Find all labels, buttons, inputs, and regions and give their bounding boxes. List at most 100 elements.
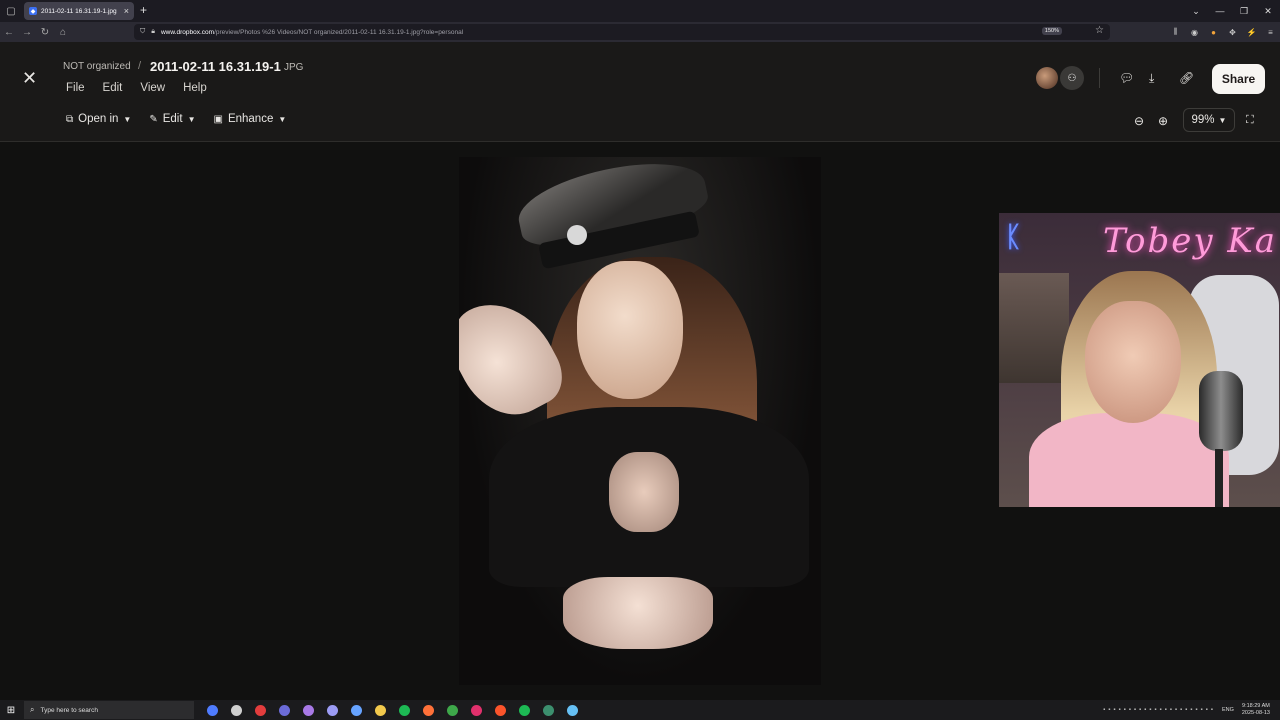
fullscreen-icon[interactable]: ⛶ (1246, 114, 1254, 127)
download-icon[interactable]: ⤓ (1149, 71, 1154, 86)
taskbar-app-icon[interactable] (224, 700, 248, 720)
preview-header: ✕ NOT organized / 2011-02-11 16.31.19-1 … (0, 42, 1280, 142)
shield-icon[interactable]: ⛉ (140, 28, 145, 36)
enhance-button[interactable]: ▣ Enhance ▼ (213, 113, 286, 125)
system-tray: ▪▪▪▪▪▪▪▪▪▪▪▪▪▪▪▪▪▪▪▪▪▪ ENG 9:18:29 AM 20… (1103, 700, 1280, 720)
taskbar-app-icon[interactable] (464, 700, 488, 720)
zoom-in-icon[interactable]: ⊕ (1158, 114, 1168, 128)
taskbar-app-icon[interactable] (368, 700, 392, 720)
url-domain: www.dropbox.com (160, 28, 215, 36)
photo-preview[interactable] (459, 157, 821, 685)
neon-sign: Tobey Ka (1103, 221, 1278, 261)
photo-face (577, 261, 683, 399)
url-path: /preview/Photos %26 Videos/NOT organized… (214, 28, 464, 36)
tray-icons[interactable]: ▪▪▪▪▪▪▪▪▪▪▪▪▪▪▪▪▪▪▪▪▪▪ (1103, 707, 1216, 713)
comment-icon[interactable]: 💬︎ (1119, 71, 1134, 85)
account-icon[interactable]: ◉ (1185, 28, 1204, 37)
webcam-shelf (999, 273, 1069, 383)
windows-taskbar: ⊞ ⌕ Type here to search ▪▪▪▪▪▪▪▪▪▪▪▪▪▪▪▪… (0, 700, 1280, 720)
clock-time: 9:18:29 AM (1242, 703, 1270, 709)
taskbar-app-icon[interactable] (536, 700, 560, 720)
share-button[interactable]: Share (1212, 64, 1265, 94)
menu-bar: File Edit View Help (66, 82, 225, 94)
open-in-label: Open in (78, 113, 119, 125)
address-bar[interactable]: ⛉ 🔒︎ www.dropbox.com /preview/Photos %26… (134, 24, 1110, 40)
window-close-icon[interactable]: ✕ (1256, 6, 1280, 17)
people-icon[interactable]: ⚇ (1060, 66, 1084, 90)
windows-start-icon[interactable]: ⊞ (0, 705, 22, 716)
language-indicator[interactable]: ENG (1222, 707, 1234, 713)
taskbar-app-icon[interactable] (440, 700, 464, 720)
forward-icon[interactable]: → (18, 27, 36, 38)
tab-close-icon[interactable]: × (124, 6, 129, 16)
enhance-label: Enhance (227, 113, 274, 125)
library-icon[interactable]: ⫼ (1166, 27, 1185, 37)
zoom-level-value: 99% (1191, 114, 1215, 126)
breadcrumb-folder[interactable]: NOT organized (63, 61, 131, 72)
taskbar-app-icon[interactable] (200, 700, 224, 720)
open-external-icon: ⧉ (66, 113, 74, 125)
tab-list-icon[interactable]: ▢ (0, 0, 22, 22)
file-type: JPG (284, 62, 304, 73)
taskbar-app-icon[interactable] (344, 700, 368, 720)
taskbar-app-icon[interactable] (416, 700, 440, 720)
tab-title: 2011-02-11 16.31.19-1.jpg (41, 7, 117, 15)
chevron-down-icon: ▼ (187, 114, 196, 124)
zoom-out-icon[interactable]: ⊖ (1134, 114, 1144, 128)
photo-midriff (563, 577, 713, 649)
minimize-icon[interactable]: — (1208, 6, 1232, 16)
browser-nav-bar: ← → ↻ ⌂ ⛉ 🔒︎ www.dropbox.com /preview/Ph… (0, 22, 1280, 42)
mic-arm (1215, 449, 1223, 507)
bookmark-star-icon[interactable]: ☆ (1095, 25, 1104, 36)
taskbar-app-icon[interactable] (320, 700, 344, 720)
window-controls: ⌄ — ❐ ✕ (1184, 0, 1280, 22)
zoom-level-select[interactable]: 99% ▼ (1183, 108, 1235, 132)
back-icon[interactable]: ← (0, 27, 18, 38)
home-icon[interactable]: ⌂ (54, 27, 72, 38)
new-tab-icon[interactable]: + (140, 3, 147, 17)
enhance-image-icon: ▣ (213, 113, 223, 125)
clock-date: 2025-08-13 (1241, 710, 1270, 716)
menu-view[interactable]: View (140, 82, 165, 94)
lock-icon[interactable]: 🔒︎ (151, 28, 155, 36)
menu-edit[interactable]: Edit (103, 82, 123, 94)
restore-icon[interactable]: ❐ (1232, 6, 1256, 17)
taskbar-app-icon[interactable] (512, 700, 536, 720)
copy-link-icon[interactable]: 🔗︎ (1179, 71, 1194, 85)
reload-icon[interactable]: ↻ (36, 27, 54, 38)
taskbar-search-placeholder: Type here to search (40, 706, 98, 714)
taskbar-app-icon[interactable] (392, 700, 416, 720)
edit-button[interactable]: ✎ Edit ▼ (149, 113, 195, 125)
microphone-icon (1199, 371, 1243, 451)
taskbar-app-icon[interactable] (272, 700, 296, 720)
file-name[interactable]: 2011-02-11 16.31.19-1 (150, 59, 281, 74)
extension-blue-icon[interactable]: ⚡ (1242, 28, 1261, 37)
webcam-person-face (1085, 301, 1181, 423)
taskbar-search[interactable]: ⌕ Type here to search (24, 701, 194, 719)
avatar[interactable] (1036, 67, 1058, 89)
breadcrumb-separator: / (138, 60, 142, 72)
taskbar-app-icon[interactable] (296, 700, 320, 720)
preview-toolbar: ⧉ Open in ▼ ✎ Edit ▼ ▣ Enhance ▼ (66, 113, 304, 125)
open-in-button[interactable]: ⧉ Open in ▼ (66, 113, 131, 125)
browser-tab-bar: ▢ ◆ 2011-02-11 16.31.19-1.jpg × + ⌄ — ❐ … (0, 0, 1280, 22)
page-zoom-badge[interactable]: 150% (1041, 27, 1062, 35)
taskbar-app-icon[interactable] (248, 700, 272, 720)
taskbar-app-icon[interactable] (560, 700, 584, 720)
close-preview-icon[interactable]: ✕ (22, 68, 37, 89)
taskbar-clock[interactable]: 9:18:29 AM 2025-08-13 (1242, 703, 1270, 717)
chevron-down-icon: ▼ (1218, 115, 1227, 125)
extension-orange-icon[interactable]: ● (1204, 28, 1223, 37)
browser-tab[interactable]: ◆ 2011-02-11 16.31.19-1.jpg × (24, 2, 134, 20)
app-menu-icon[interactable]: ≡ (1261, 28, 1280, 37)
streamer-logo-icon: ᛕ (1005, 221, 1022, 252)
search-icon: ⌕ (30, 705, 35, 714)
menu-help[interactable]: Help (183, 82, 207, 94)
dropbox-preview: ✕ NOT organized / 2011-02-11 16.31.19-1 … (0, 42, 1280, 700)
header-divider (1099, 68, 1100, 88)
extensions-puzzle-icon[interactable]: ✥ (1223, 28, 1242, 37)
tab-overflow-chevron-icon[interactable]: ⌄ (1184, 6, 1208, 17)
taskbar-app-icon[interactable] (488, 700, 512, 720)
chevron-down-icon: ▼ (123, 114, 132, 124)
menu-file[interactable]: File (66, 82, 85, 94)
